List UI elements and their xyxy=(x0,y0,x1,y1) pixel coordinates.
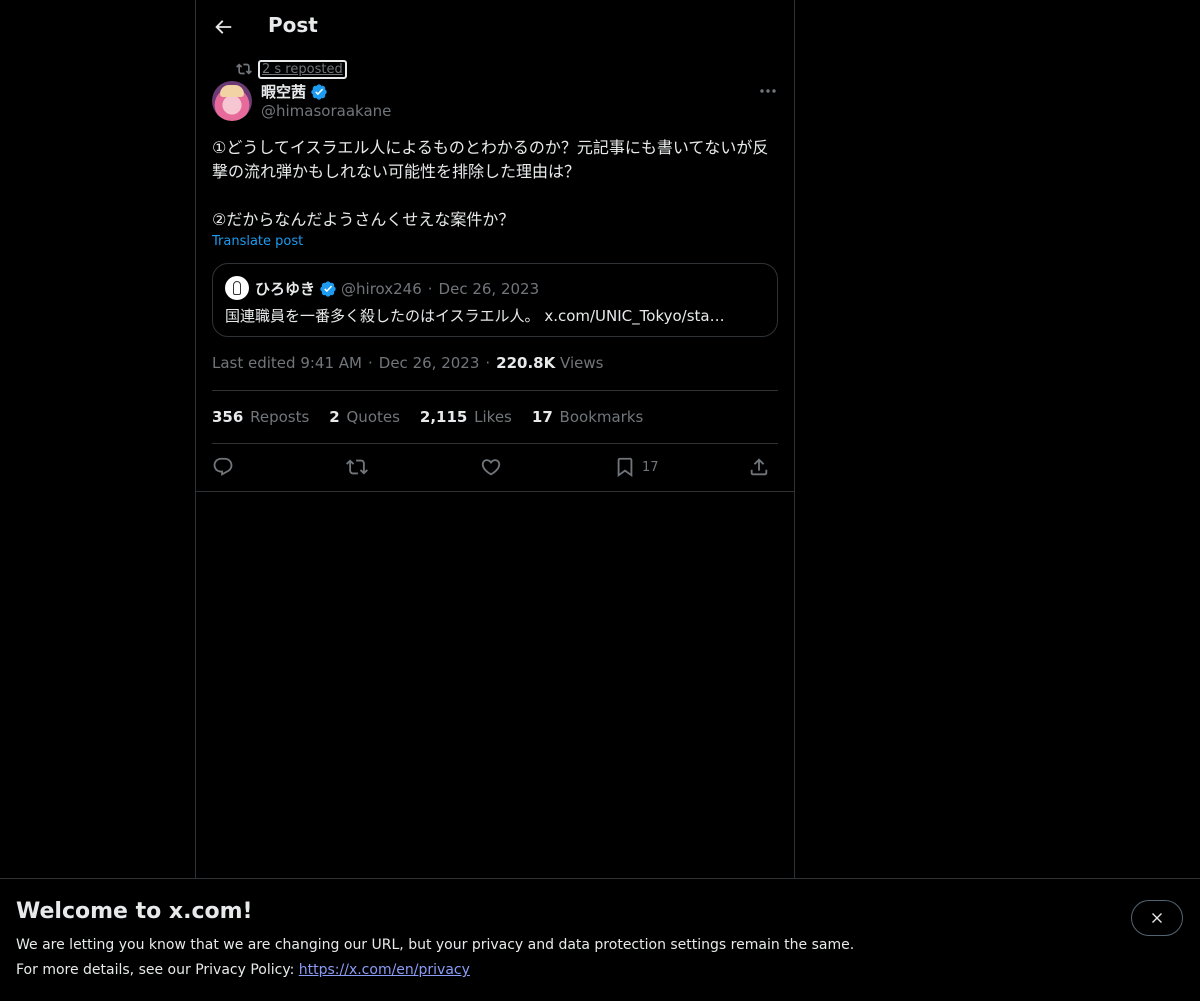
verified-badge-icon xyxy=(320,280,336,297)
quoted-post-header: ひろゆき @hirox246 · Dec 26, 2023 xyxy=(255,278,539,299)
close-banner-button[interactable] xyxy=(1131,900,1183,936)
divider xyxy=(212,390,778,391)
bookmarks-label: Bookmarks xyxy=(559,408,644,426)
reply-button[interactable] xyxy=(212,455,234,479)
reposts-stat[interactable]: 356 Reposts xyxy=(212,408,309,426)
likes-count: 2,115 xyxy=(419,408,468,426)
banner-title: Welcome to x.com! xyxy=(16,899,253,924)
quoted-post-card[interactable]: ひろゆき @hirox246 · Dec 26, 2023 国連職員を一番多く殺… xyxy=(212,263,778,337)
author-name[interactable]: 暇空茜 xyxy=(261,81,306,102)
separator-dot: · xyxy=(368,354,373,372)
post-text: ①どうしてイスラエル人によるものとわかるのか？元記事にも書いてないが反撃の流れ弾… xyxy=(212,138,769,229)
share-button[interactable] xyxy=(748,455,770,479)
bookmark-button[interactable]: 17 xyxy=(614,455,659,479)
likes-label: Likes xyxy=(474,408,512,426)
divider xyxy=(196,491,794,492)
reposted-by-link[interactable]: 2 s reposted xyxy=(258,59,347,79)
views-label: Views xyxy=(560,354,604,372)
banner-privacy-line: For more details, see our Privacy Policy… xyxy=(16,962,470,978)
action-bar: 17 xyxy=(212,455,778,481)
separator-dot: · xyxy=(485,354,491,372)
share-icon xyxy=(750,458,768,476)
separator-dot: · xyxy=(427,279,433,298)
verified-badge-icon xyxy=(311,83,327,100)
quotes-count: 2 xyxy=(329,408,340,426)
reposts-count: 356 xyxy=(212,408,244,426)
bookmark-count: 17 xyxy=(642,459,659,475)
repost-icon xyxy=(346,459,368,475)
quoted-author-handle: @hirox246 xyxy=(341,279,422,298)
author-avatar[interactable] xyxy=(212,81,252,121)
bookmarks-stat[interactable]: 17 Bookmarks xyxy=(532,408,643,426)
reposts-label: Reposts xyxy=(250,408,310,426)
page-header: Post xyxy=(196,0,794,53)
heart-icon xyxy=(481,459,501,476)
back-arrow-icon[interactable] xyxy=(212,16,234,38)
bookmarks-count: 17 xyxy=(531,408,553,426)
repost-icon xyxy=(236,63,252,75)
privacy-policy-link[interactable]: https://x.com/en/privacy xyxy=(299,962,470,978)
social-context: 2 s reposted xyxy=(236,59,347,79)
edited-timestamp[interactable]: Last edited 9:41 AM xyxy=(212,354,362,372)
welcome-banner: Welcome to x.com! We are letting you kno… xyxy=(0,878,1200,1001)
like-button[interactable] xyxy=(480,455,502,479)
post-meta: Last edited 9:41 AM · Dec 26, 2023 · 220.8K … xyxy=(212,354,603,372)
views-count: 220.8K xyxy=(496,354,556,372)
quoted-author-avatar xyxy=(225,276,249,300)
bookmark-icon xyxy=(617,457,633,478)
primary-column: Post 2 s reposted 暇空茜 @himasoraakane ①どう… xyxy=(195,0,795,878)
banner-privacy-prefix: For more details, see our Privacy Policy… xyxy=(16,962,299,978)
banner-message: We are letting you know that we are chan… xyxy=(16,937,855,953)
reply-icon xyxy=(213,457,233,476)
close-icon xyxy=(1152,913,1162,923)
quoted-post-text: 国連職員を一番多く殺したのはイスラエル人。 x.com/UNIC_Tokyo/s… xyxy=(225,307,725,325)
divider xyxy=(212,443,778,444)
author-name-row[interactable]: 暇空茜 xyxy=(261,81,328,102)
quotes-label: Quotes xyxy=(346,408,400,426)
translate-post-link[interactable]: Translate post xyxy=(212,234,303,249)
quotes-stat[interactable]: 2 Quotes xyxy=(329,408,400,426)
more-options-icon[interactable] xyxy=(756,82,780,100)
repost-button[interactable] xyxy=(346,455,368,479)
engagement-stats: 356 Reposts 2 Quotes 2,115 Likes 17 Book… xyxy=(212,408,663,426)
author-handle[interactable]: @himasoraakane xyxy=(261,102,391,120)
quoted-author-name: ひろゆき xyxy=(255,280,316,298)
page-title: Post xyxy=(268,13,318,37)
post-date[interactable]: Dec 26, 2023 xyxy=(379,354,480,372)
quoted-post-date: Dec 26, 2023 xyxy=(438,279,540,298)
likes-stat[interactable]: 2,115 Likes xyxy=(420,408,512,426)
